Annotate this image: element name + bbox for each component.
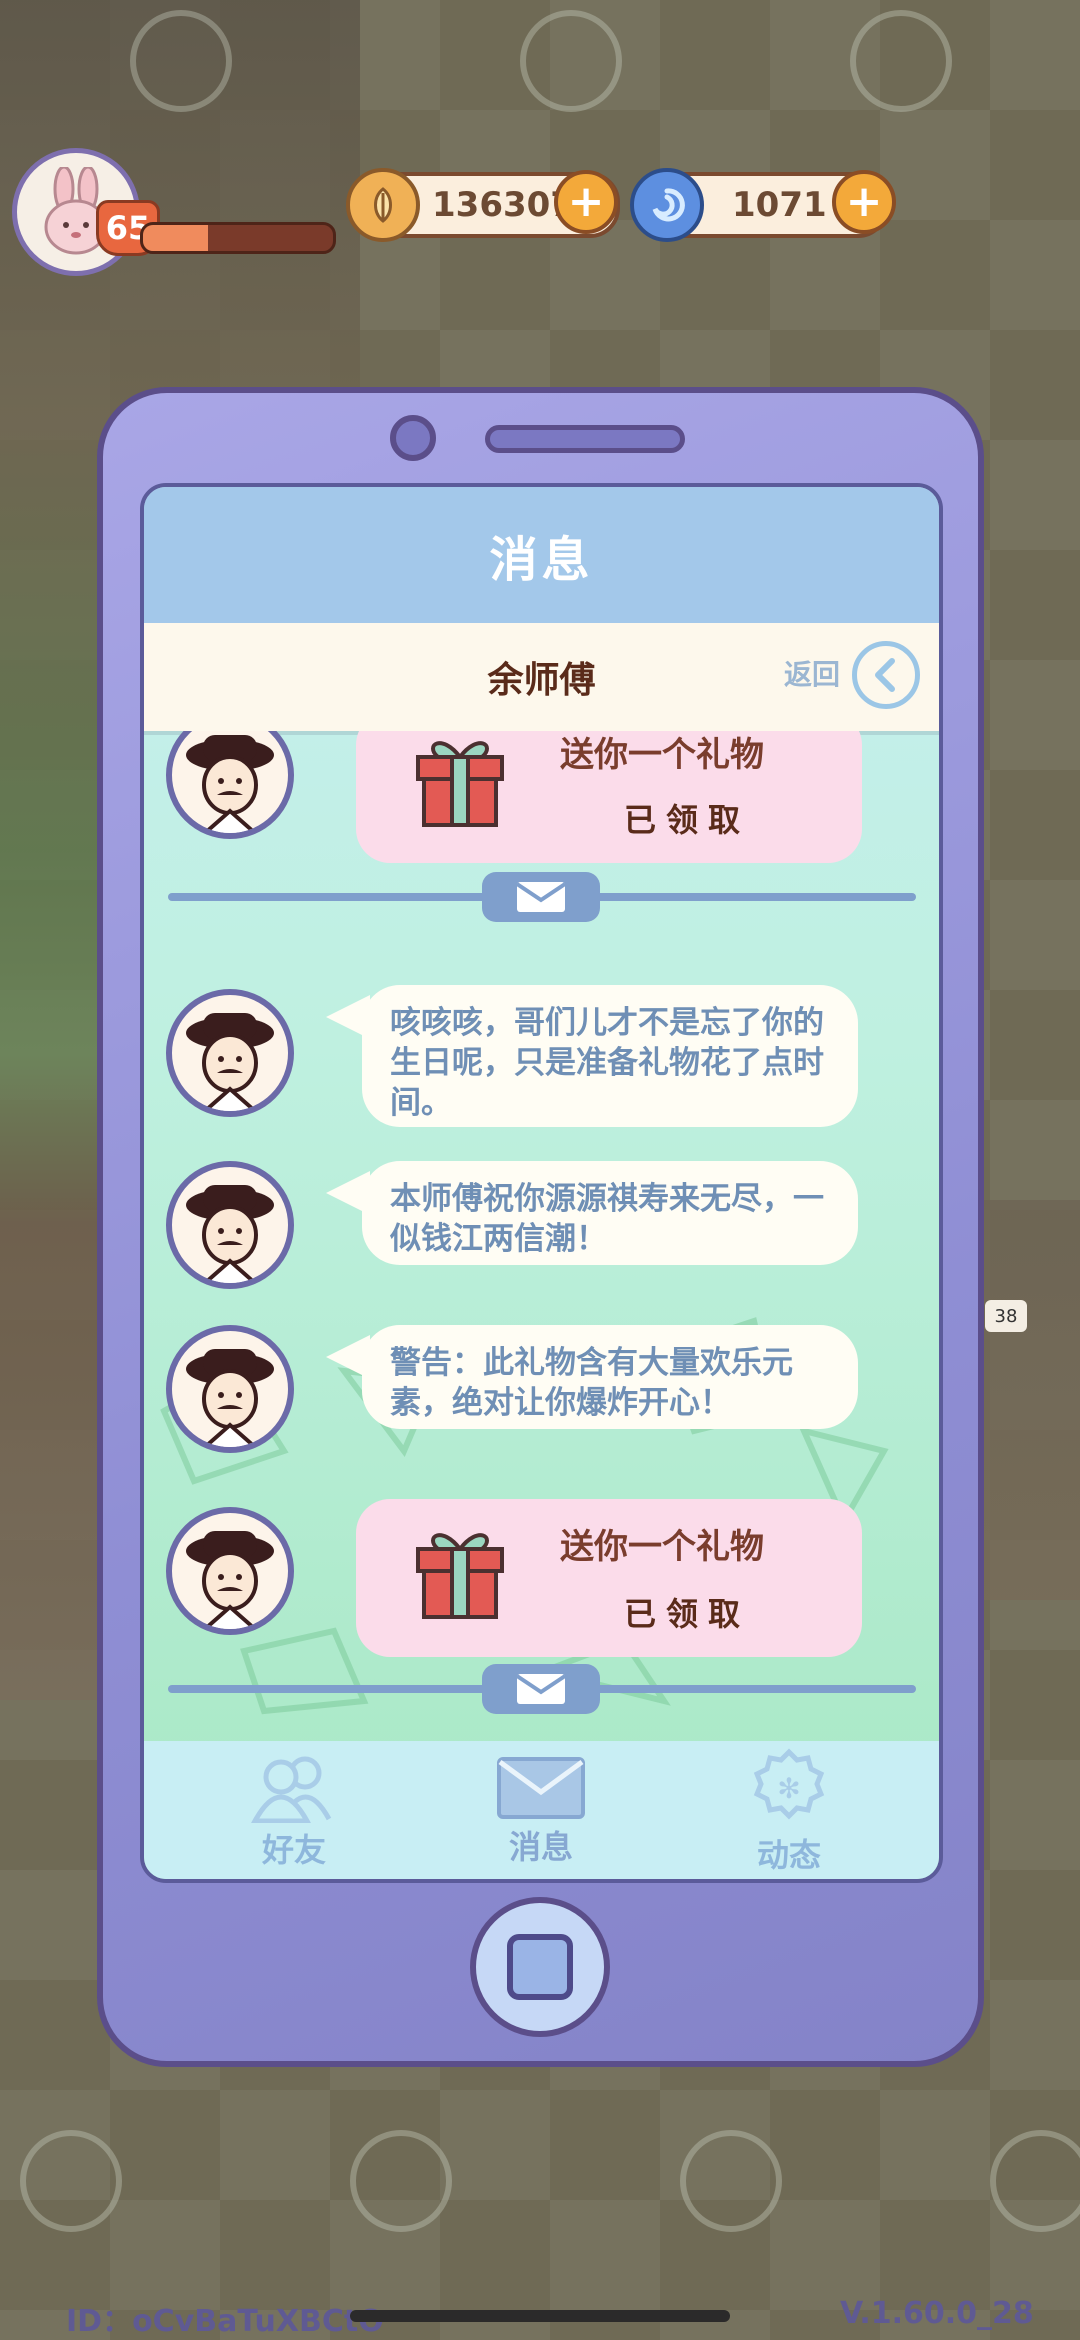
sun-pattern-icon bbox=[990, 2130, 1080, 2232]
chevron-left-icon bbox=[875, 658, 895, 692]
gem-value: 1071 bbox=[732, 185, 827, 225]
phone-speaker bbox=[485, 425, 685, 453]
home-indicator[interactable] bbox=[350, 2310, 730, 2322]
gift-status: 已领取 bbox=[624, 801, 751, 839]
tab-messages-label: 消息 bbox=[508, 1828, 573, 1866]
npc-avatar[interactable] bbox=[166, 1325, 294, 1453]
envelope-icon bbox=[497, 1757, 585, 1819]
gift-message-card[interactable]: 送你一个礼物 已领取 bbox=[356, 731, 862, 863]
npc-avatar[interactable] bbox=[166, 1161, 294, 1289]
npc-face-icon bbox=[186, 1531, 274, 1629]
xp-progress-fill bbox=[143, 225, 208, 251]
back-button[interactable] bbox=[852, 641, 920, 709]
home-square-icon bbox=[507, 1934, 573, 2000]
tab-friends[interactable]: 好友 bbox=[194, 1741, 394, 1879]
tab-bar: 好友 消息 ✻ 动态 bbox=[144, 1741, 939, 1879]
npc-avatar[interactable] bbox=[166, 989, 294, 1117]
text-message-bubble: 本师傅祝你源源祺寿来无尽，一似钱江两信潮！ bbox=[326, 1161, 858, 1265]
screen-header-title: 消息 bbox=[144, 487, 939, 623]
npc-face-icon bbox=[186, 1185, 274, 1283]
add-gems-button[interactable]: + bbox=[832, 170, 896, 234]
gift-title: 送你一个礼物 bbox=[560, 1527, 764, 1567]
text-message-bubble: 咳咳咳，哥们儿才不是忘了你的生日呢，只是准备礼物花了点时间。 bbox=[326, 985, 858, 1127]
xp-progress-bar bbox=[140, 222, 336, 254]
text-message-bubble: 警告：此礼物含有大量欢乐元素，绝对让你爆炸开心！ bbox=[326, 1325, 858, 1429]
conversation-header: 余师傅 返回 bbox=[144, 623, 939, 731]
back-label[interactable]: 返回 bbox=[784, 653, 840, 693]
badge-icon: ✻ bbox=[753, 1748, 825, 1820]
add-coins-button[interactable]: + bbox=[554, 170, 618, 234]
npc-face-icon bbox=[186, 735, 274, 833]
gift-box-icon bbox=[416, 1533, 504, 1619]
player-id: ID：oCvBaTuXBCtO bbox=[66, 2304, 384, 2339]
tab-moments[interactable]: ✻ 动态 bbox=[689, 1741, 889, 1879]
svg-text:✻: ✻ bbox=[777, 1772, 800, 1805]
npc-face-icon bbox=[186, 1013, 274, 1111]
gift-message-card[interactable]: 送你一个礼物 已领取 bbox=[356, 1499, 862, 1657]
npc-avatar[interactable] bbox=[166, 731, 294, 839]
sun-pattern-icon bbox=[680, 2130, 782, 2232]
coin-value: 136307 bbox=[432, 185, 574, 225]
phone-screen: 消息 余师傅 返回 送你一个礼物 已领取 咳咳咳，哥们儿才不是忘了你的生日呢，只… bbox=[140, 483, 943, 1883]
sun-pattern-icon bbox=[130, 10, 232, 112]
scene-number-tag: 38 bbox=[985, 1300, 1027, 1332]
phone-camera bbox=[390, 415, 436, 461]
sun-pattern-icon bbox=[520, 10, 622, 112]
tab-messages[interactable]: 消息 bbox=[441, 1741, 641, 1879]
leaf-coin-icon bbox=[346, 168, 420, 242]
gift-title: 送你一个礼物 bbox=[560, 735, 764, 775]
gift-status: 已领取 bbox=[624, 1595, 751, 1633]
envelope-icon bbox=[515, 1674, 567, 1704]
gift-box-icon bbox=[416, 741, 504, 827]
tab-friends-label: 好友 bbox=[261, 1831, 326, 1869]
sun-pattern-icon bbox=[850, 10, 952, 112]
envelope-icon bbox=[515, 882, 567, 912]
chat-area[interactable]: 送你一个礼物 已领取 咳咳咳，哥们儿才不是忘了你的生日呢，只是准备礼物花了点时间… bbox=[144, 731, 939, 1741]
sun-pattern-icon bbox=[20, 2130, 122, 2232]
npc-face-icon bbox=[186, 1349, 274, 1447]
tab-moments-label: 动态 bbox=[756, 1836, 821, 1874]
version-label: V.1.60.0_28 bbox=[840, 2296, 1034, 2331]
friends-icon bbox=[251, 1756, 332, 1823]
swirl-gem-icon bbox=[630, 168, 704, 242]
mail-divider-badge bbox=[482, 872, 600, 922]
sun-pattern-icon bbox=[350, 2130, 452, 2232]
phone-home-button[interactable] bbox=[470, 1897, 610, 2037]
mail-divider-badge bbox=[482, 1664, 600, 1714]
npc-avatar[interactable] bbox=[166, 1507, 294, 1635]
